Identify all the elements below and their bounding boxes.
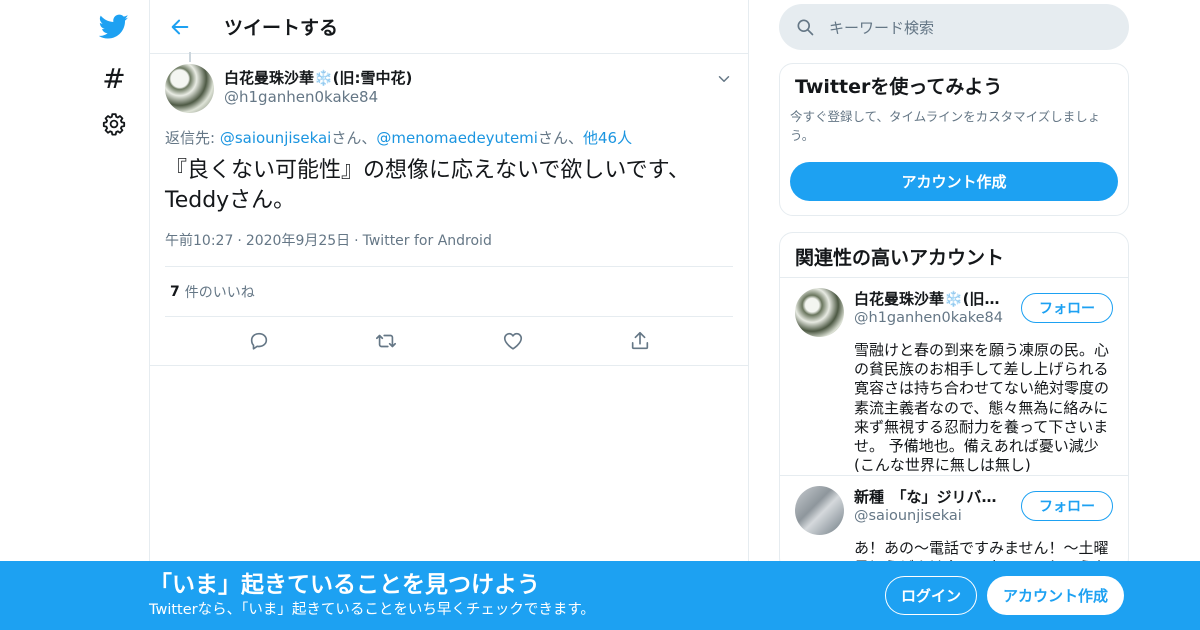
user-handle[interactable]: @h1ganhen0kake84	[224, 88, 412, 107]
tweet-source: Twitter for Android	[362, 233, 492, 249]
signup-button[interactable]: アカウント作成	[987, 576, 1124, 615]
arrow-left-icon[interactable]	[150, 0, 210, 54]
heart-icon[interactable]	[493, 321, 533, 361]
twitter-bird-icon[interactable]	[88, 7, 140, 47]
follow-button[interactable]: フォロー	[1021, 491, 1113, 521]
related-user-bio: 雪融けと春の到来を願う凍原の民。心の貧民族のお相手して差し上げられる寛容さは持ち…	[854, 341, 1110, 475]
left-nav: #	[80, 0, 150, 630]
signup-card-title: Twitterを使ってみよう	[795, 76, 1003, 98]
related-accounts-title: 関連性の高いアカウント	[780, 233, 1128, 278]
reply-others-link[interactable]: 他46人	[583, 129, 632, 147]
tweet-time[interactable]: 午前10:27	[165, 233, 233, 249]
reply-separator: さん、	[537, 129, 583, 147]
signup-card-description: 今すぐ登録して、タイムラインをカスタマイズしましょう。	[790, 109, 1101, 143]
related-user[interactable]: 白花曼珠沙華❄️(旧:… @h1ganhen0kake84 フォロー 雪融けと春…	[780, 278, 1128, 476]
tweet-text-line: Teddyさん。	[165, 188, 296, 213]
meta-dot: ·	[237, 233, 242, 249]
gear-icon[interactable]	[88, 104, 140, 144]
hashtag-icon[interactable]: #	[88, 58, 140, 98]
tweet-meta: 午前10:27 · 2020年9月25日 · Twitter for Android	[165, 231, 733, 251]
related-user-name[interactable]: 白花曼珠沙華❄️(旧:…	[854, 289, 1004, 309]
related-user-handle[interactable]: @saiounjisekai	[854, 507, 1004, 526]
page-title: ツイートする	[224, 17, 339, 39]
signup-card: Twitterを使ってみよう 今すぐ登録して、タイムラインをカスタマイズしましょ…	[779, 63, 1129, 216]
likes-label: 件のいいね	[184, 284, 255, 301]
share-icon[interactable]	[620, 321, 660, 361]
author-names: 白花曼珠沙華❄️(旧:雪中花) @h1ganhen0kake84	[224, 68, 412, 107]
search-input[interactable]: キーワード検索	[829, 17, 934, 38]
right-sidebar: キーワード検索 Twitterを使ってみよう 今すぐ登録して、タイムラインをカス…	[779, 0, 1129, 572]
banner-title: 「いま」起きていることを見つけよう	[149, 572, 540, 598]
tweet-text: 『良くない可能性』の想像に応えないで欲しいです、 Teddyさん。	[165, 156, 733, 216]
tweet-author[interactable]: 白花曼珠沙華❄️(旧:雪中花) @h1ganhen0kake84	[165, 64, 733, 113]
related-user-names: 新種 「な」ジリバ… @saiounjisekai	[854, 486, 1004, 535]
hashtag-glyph: #	[102, 61, 126, 95]
reply-icon[interactable]	[239, 321, 279, 361]
reply-prefix: 返信先:	[165, 129, 220, 147]
chevron-down-icon[interactable]	[715, 70, 733, 88]
login-button[interactable]: ログイン	[885, 576, 977, 615]
likes-number: 7	[170, 283, 180, 300]
avatar[interactable]	[165, 64, 214, 113]
related-user-names: 白花曼珠沙華❄️(旧:… @h1ganhen0kake84	[854, 288, 1004, 337]
retweet-icon[interactable]	[366, 321, 406, 361]
main-column: ツイートする 白花曼珠沙華❄️(旧:雪中花) @h1ganhen0kake84	[149, 0, 749, 630]
signup-banner: 「いま」起きていることを見つけよう Twitterなら、「いま」起きていることを…	[0, 561, 1200, 630]
reply-to-line: 返信先: @saiounjisekaiさん、@menomaedeyutemiさん…	[165, 128, 733, 148]
reply-user-link[interactable]: @saiounjisekai	[220, 129, 332, 147]
search-box[interactable]: キーワード検索	[779, 4, 1129, 50]
related-accounts-card: 関連性の高いアカウント 白花曼珠沙華❄️(旧:… @h1ganhen0kake8…	[779, 232, 1129, 572]
display-name[interactable]: 白花曼珠沙華❄️(旧:雪中花)	[224, 68, 412, 88]
tweet-date[interactable]: 2020年9月25日	[246, 233, 350, 249]
reply-separator: さん、	[331, 129, 377, 147]
related-user[interactable]: 新種 「な」ジリバ… @saiounjisekai フォロー あ！あの～電話です…	[780, 476, 1128, 571]
tweet-container: 白花曼珠沙華❄️(旧:雪中花) @h1ganhen0kake84 返信先: @s…	[150, 52, 748, 366]
meta-dot: ·	[354, 233, 359, 249]
likes-count[interactable]: 7 件のいいね	[165, 267, 733, 316]
avatar[interactable]	[795, 486, 844, 535]
avatar[interactable]	[795, 288, 844, 337]
tweet-text-line: 『良くない可能性』の想像に応えないで欲しいです、	[165, 158, 690, 183]
reply-user-link[interactable]: @menomaedeyutemi	[376, 129, 538, 147]
tweet[interactable]: 白花曼珠沙華❄️(旧:雪中花) @h1ganhen0kake84 返信先: @s…	[150, 52, 748, 365]
search-icon	[797, 19, 814, 36]
related-user-name[interactable]: 新種 「な」ジリバ…	[854, 487, 1004, 507]
follow-button[interactable]: フォロー	[1021, 293, 1113, 323]
banner-subtitle: Twitterなら、「いま」起きていることをいち早くチェックできます。	[149, 602, 595, 618]
page-header: ツイートする	[150, 0, 748, 54]
thread-line	[189, 52, 191, 62]
create-account-button[interactable]: アカウント作成	[790, 162, 1118, 201]
tweet-actions	[165, 317, 733, 365]
page-root: # ツイートする 白花曼珠沙華❄️(旧:雪中花) @h1ganhen0kake8…	[0, 0, 1200, 630]
related-user-handle[interactable]: @h1ganhen0kake84	[854, 309, 1004, 328]
